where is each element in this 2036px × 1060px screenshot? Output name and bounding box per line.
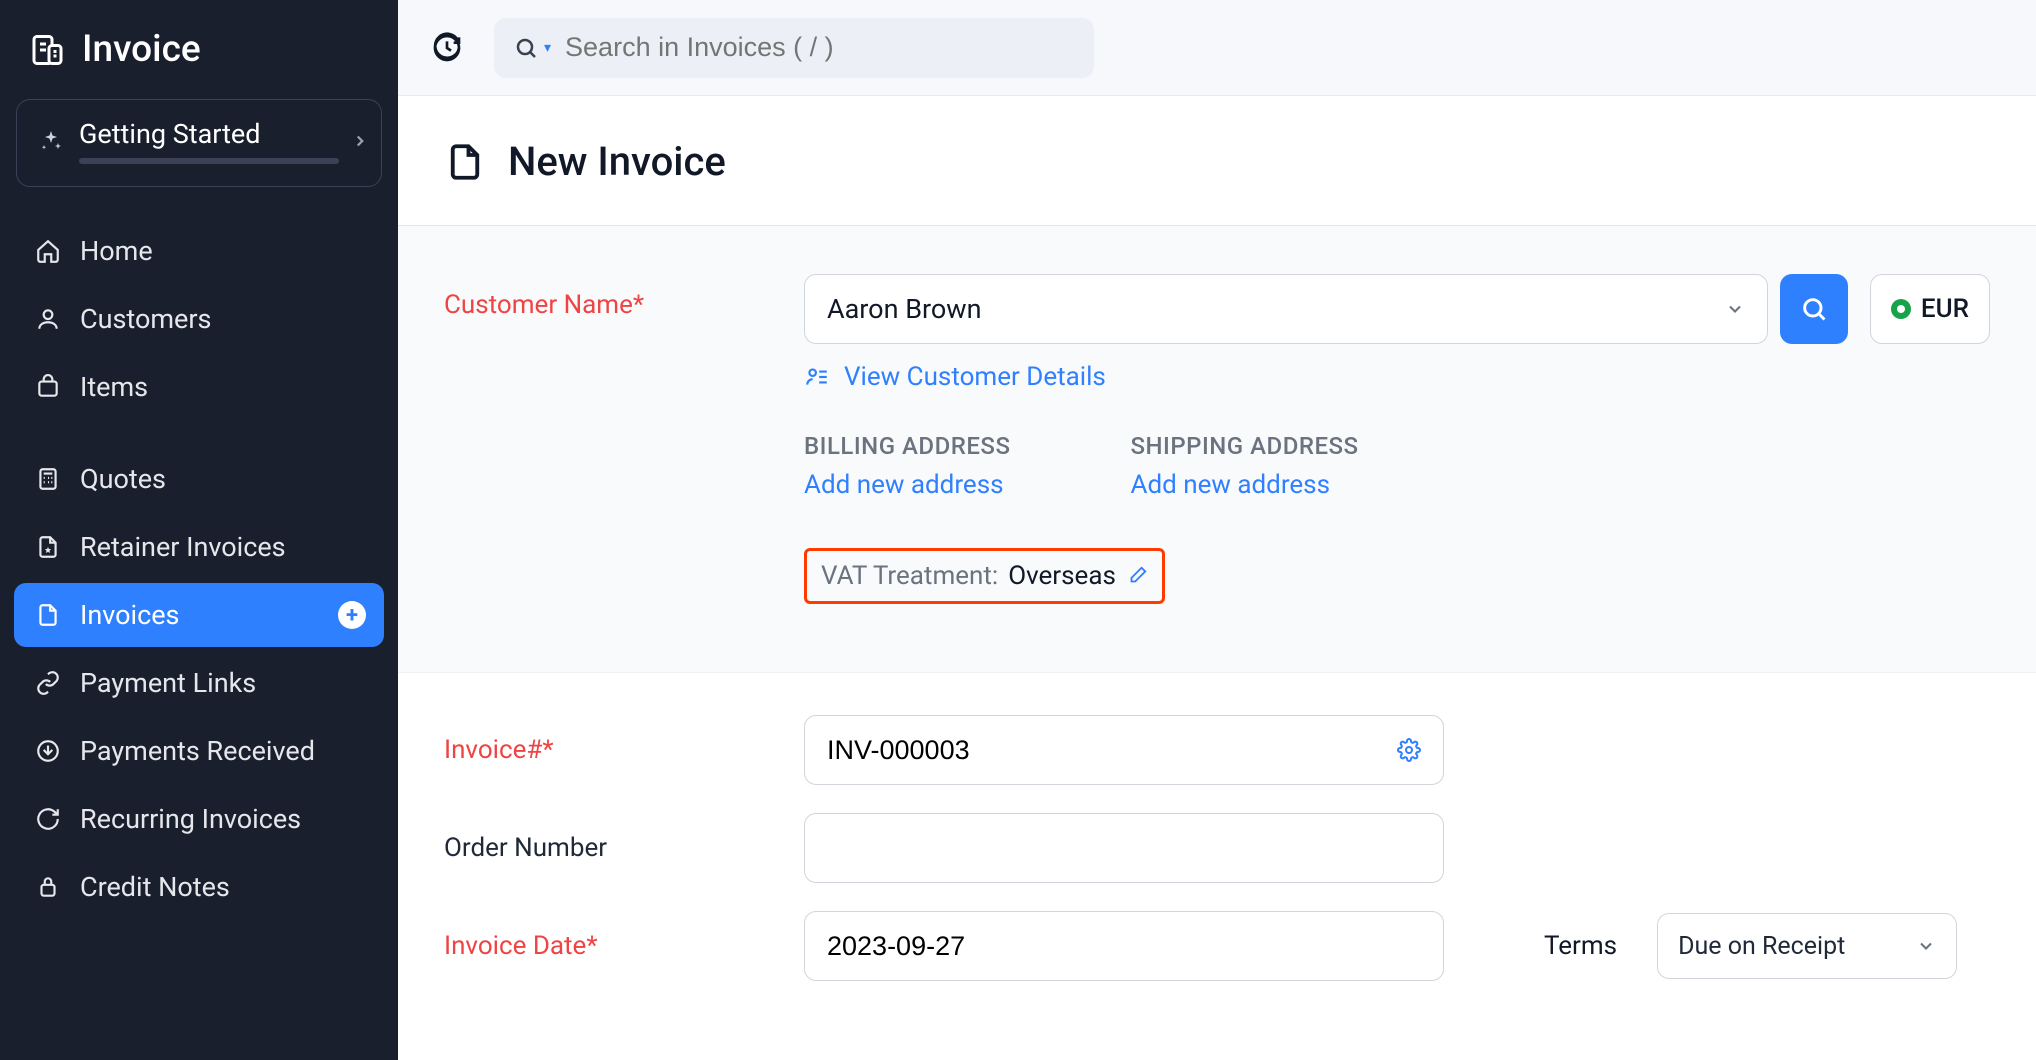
- sidebar-item-label: Home: [80, 235, 153, 267]
- sidebar-item-label: Credit Notes: [80, 871, 230, 903]
- sidebar-nav: Home Customers Items Quotes Retainer Inv…: [0, 211, 398, 931]
- main: ▾ New Invoice Customer Name*: [398, 0, 2036, 1060]
- vat-treatment-value: Overseas: [1008, 561, 1116, 591]
- terms-label: Terms: [1544, 931, 1617, 961]
- currency-label: EUR: [1921, 294, 1969, 324]
- invoice-date-input[interactable]: [827, 931, 1421, 962]
- sidebar-item-invoices[interactable]: Invoices +: [14, 583, 384, 647]
- invoice-number-label: Invoice#*: [444, 735, 554, 765]
- add-shipping-address-link[interactable]: Add new address: [1130, 470, 1330, 500]
- sidebar-item-payment-links[interactable]: Payment Links: [14, 651, 384, 715]
- sidebar-item-label: Payments Received: [80, 735, 315, 767]
- customer-name-label: Customer Name*: [444, 290, 644, 320]
- sidebar-item-recurring-invoices[interactable]: Recurring Invoices: [14, 787, 384, 851]
- calculator-icon: [34, 465, 62, 493]
- invoice-number-settings-button[interactable]: [1397, 738, 1421, 762]
- user-icon: [34, 305, 62, 333]
- sidebar-item-credit-notes[interactable]: Credit Notes: [14, 855, 384, 919]
- sidebar-item-label: Recurring Invoices: [80, 803, 301, 835]
- vat-treatment-label: VAT Treatment:: [821, 561, 998, 591]
- document-icon: [34, 601, 62, 629]
- topbar: ▾: [398, 0, 2036, 96]
- order-number-input[interactable]: [827, 833, 1421, 864]
- order-number-field[interactable]: [804, 813, 1444, 883]
- invoice-app-icon: [28, 32, 64, 68]
- getting-started-progress: [79, 158, 339, 164]
- app-title: Invoice: [82, 28, 201, 71]
- page-header: New Invoice: [398, 96, 2036, 226]
- chevron-right-icon: [351, 132, 369, 150]
- link-icon: [34, 669, 62, 697]
- getting-started-card[interactable]: Getting Started: [16, 99, 382, 187]
- search-scope-button[interactable]: ▾: [514, 36, 551, 60]
- user-list-icon: [804, 364, 830, 390]
- customer-name-value: Aaron Brown: [827, 293, 982, 325]
- add-billing-address-link[interactable]: Add new address: [804, 470, 1004, 500]
- page-title: New Invoice: [508, 138, 726, 185]
- terms-select[interactable]: Due on Receipt: [1657, 913, 1957, 979]
- refresh-icon: [34, 805, 62, 833]
- invoice-number-field[interactable]: [804, 715, 1444, 785]
- new-document-icon: [444, 141, 486, 183]
- vat-treatment-box: VAT Treatment: Overseas: [804, 548, 1165, 604]
- invoice-number-input[interactable]: [827, 735, 1397, 766]
- customer-name-select[interactable]: Aaron Brown: [804, 274, 1768, 344]
- getting-started-label: Getting Started: [79, 118, 339, 150]
- history-button[interactable]: [428, 29, 466, 67]
- sidebar-item-label: Retainer Invoices: [80, 531, 286, 563]
- sidebar-item-customers[interactable]: Customers: [14, 287, 384, 351]
- search-bar[interactable]: ▾: [494, 18, 1094, 78]
- bag-icon: [34, 373, 62, 401]
- chevron-down-icon: [1725, 299, 1745, 319]
- star-doc-icon: [34, 533, 62, 561]
- invoice-date-field[interactable]: [804, 911, 1444, 981]
- sidebar-item-label: Items: [80, 371, 148, 403]
- sidebar: Invoice Getting Started Home: [0, 0, 398, 1060]
- sidebar-item-quotes[interactable]: Quotes: [14, 447, 384, 511]
- currency-badge[interactable]: EUR: [1870, 274, 1990, 344]
- sidebar-item-home[interactable]: Home: [14, 219, 384, 283]
- billing-address-header: BILLING ADDRESS: [804, 432, 1010, 460]
- sidebar-item-label: Customers: [80, 303, 211, 335]
- chevron-down-icon: [1916, 936, 1936, 956]
- order-number-label: Order Number: [444, 833, 607, 863]
- shipping-address-block: SHIPPING ADDRESS Add new address: [1130, 432, 1358, 500]
- view-customer-details-link[interactable]: View Customer Details: [804, 362, 1990, 392]
- sidebar-header: Invoice: [0, 12, 398, 99]
- edit-vat-button[interactable]: [1126, 565, 1148, 587]
- invoice-date-label: Invoice Date*: [444, 931, 598, 961]
- sidebar-item-label: Quotes: [80, 463, 166, 495]
- sparkle-icon: [39, 129, 63, 153]
- home-icon: [34, 237, 62, 265]
- nav-spacer: [14, 423, 384, 443]
- download-icon: [34, 737, 62, 765]
- sidebar-item-label: Invoices: [80, 599, 179, 631]
- currency-dot-icon: [1891, 299, 1911, 319]
- search-input[interactable]: [565, 32, 1074, 63]
- sidebar-item-label: Payment Links: [80, 667, 256, 699]
- invoice-details-section: Invoice#* Order Number: [398, 673, 2036, 1051]
- add-invoice-button[interactable]: +: [338, 601, 366, 629]
- lock-doc-icon: [34, 873, 62, 901]
- customer-section: Customer Name* Aaron Brown: [398, 226, 2036, 673]
- sidebar-item-payments-received[interactable]: Payments Received: [14, 719, 384, 783]
- billing-address-block: BILLING ADDRESS Add new address: [804, 432, 1010, 500]
- chevron-down-icon: ▾: [544, 40, 551, 56]
- terms-value: Due on Receipt: [1678, 932, 1845, 961]
- sidebar-item-retainer-invoices[interactable]: Retainer Invoices: [14, 515, 384, 579]
- sidebar-item-items[interactable]: Items: [14, 355, 384, 419]
- shipping-address-header: SHIPPING ADDRESS: [1130, 432, 1358, 460]
- customer-search-button[interactable]: [1780, 274, 1848, 344]
